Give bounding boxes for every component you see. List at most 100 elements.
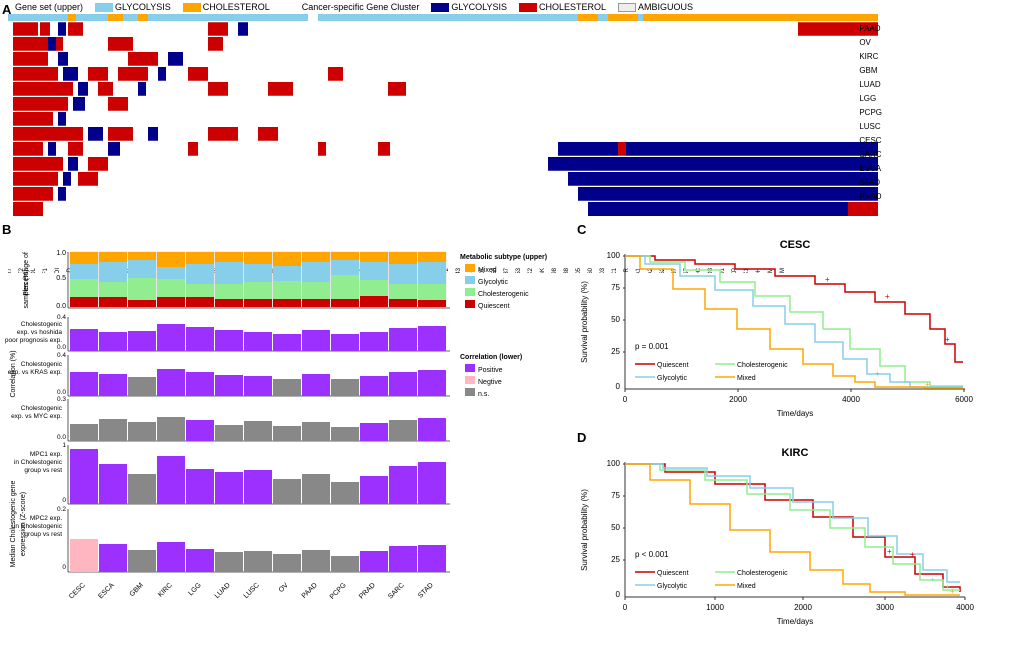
cluster-cholesterol-box — [519, 3, 537, 12]
svg-text:Mixed: Mixed — [737, 583, 756, 590]
svg-text:PAAD: PAAD — [301, 582, 319, 600]
svg-text:Quiescent: Quiescent — [657, 570, 689, 577]
cluster-glycolysis-label: GLYCOLYSIS — [451, 2, 507, 12]
svg-text:LUSC: LUSC — [243, 582, 261, 600]
svg-text:100: 100 — [607, 251, 621, 260]
svg-text:+: + — [825, 275, 830, 284]
svg-text:50: 50 — [611, 315, 620, 324]
svg-text:LGG: LGG — [187, 582, 202, 597]
panel-a: A Gene set (upper) GLYCOLYSIS CHOLESTERO… — [0, 0, 1020, 220]
svg-text:25: 25 — [611, 555, 620, 564]
svg-text:exp. vs hoshida: exp. vs hoshida — [17, 329, 63, 336]
svg-text:0: 0 — [62, 564, 66, 571]
svg-text:Cholesterogenic: Cholesterogenic — [737, 570, 788, 577]
svg-text:PCPG: PCPG — [329, 582, 348, 601]
gene-set-label: Gene set (upper) — [15, 2, 83, 12]
panel-b: B Percentage of samples (%) — [0, 222, 570, 642]
svg-text:SARC: SARC — [387, 582, 406, 601]
panel-d: D KIRC 100 75 50 25 0 0 1000 2000 3000 — [575, 430, 1020, 640]
svg-text:GBM: GBM — [129, 582, 145, 598]
svg-text:Correlation (%): Correlation (%) — [10, 350, 17, 397]
svg-text:0.4: 0.4 — [57, 352, 66, 359]
svg-text:1000: 1000 — [706, 603, 724, 612]
cancer-label-kirc: KIRC — [859, 50, 882, 64]
svg-text:+: + — [930, 575, 935, 584]
svg-text:3000: 3000 — [876, 603, 894, 612]
svg-text:n.s.: n.s. — [478, 391, 489, 398]
svg-text:0.3: 0.3 — [57, 396, 66, 403]
svg-text:0: 0 — [623, 395, 628, 404]
svg-text:Survival probability (%): Survival probability (%) — [580, 281, 589, 363]
glycolysis-label: GLYCOLYSIS — [115, 2, 171, 12]
svg-text:Cholestogenic: Cholestogenic — [21, 405, 63, 412]
glycolysis-gene-set: GLYCOLYSIS — [95, 2, 171, 12]
cluster-cholesterol: CHOLESTEROL — [519, 2, 606, 12]
svg-text:Time/days: Time/days — [777, 409, 814, 418]
svg-text:Quiescent: Quiescent — [657, 362, 689, 369]
svg-text:Correlation (lower): Correlation (lower) — [460, 354, 522, 361]
cancer-label-stad: STAD — [859, 176, 882, 190]
svg-text:0.0: 0.0 — [57, 389, 66, 396]
figure-container: { "panel_a": { "label": "A", "legend_gen… — [0, 0, 1020, 642]
svg-text:expression (Z-score): expression (Z-score) — [20, 492, 27, 556]
svg-text:0.0: 0.0 — [57, 344, 66, 351]
cancer-label-cesc: CESC — [859, 134, 882, 148]
svg-text:group vs rest: group vs rest — [24, 467, 62, 474]
svg-text:Cholestogenic: Cholestogenic — [21, 361, 63, 368]
svg-text:in Cholestogenic: in Cholestogenic — [14, 459, 63, 466]
panel-a-legend: Gene set (upper) GLYCOLYSIS CHOLESTEROL … — [15, 2, 693, 12]
svg-text:100: 100 — [607, 459, 621, 468]
svg-text:samples (%): samples (%) — [23, 270, 30, 309]
svg-text:Glycolytic: Glycolytic — [657, 583, 687, 590]
svg-text:KIRC: KIRC — [782, 447, 809, 459]
svg-text:Glycolytic: Glycolytic — [657, 375, 687, 382]
svg-text:+: + — [925, 380, 930, 389]
svg-text:+: + — [875, 369, 880, 378]
svg-text:2000: 2000 — [794, 603, 812, 612]
svg-text:KIRC: KIRC — [157, 582, 174, 599]
svg-text:+: + — [910, 550, 915, 559]
cholesterol-label: CHOLESTEROL — [203, 2, 270, 12]
svg-text:+: + — [950, 587, 955, 596]
svg-text:4000: 4000 — [842, 395, 860, 404]
heatmap-svg — [8, 14, 878, 219]
svg-text:Median Cholestogenic gene: Median Cholestogenic gene — [10, 481, 17, 568]
svg-text:2000: 2000 — [729, 395, 747, 404]
svg-text:0: 0 — [62, 497, 66, 504]
cancer-label-sarc: SARC — [859, 148, 882, 162]
svg-text:+: + — [945, 335, 950, 344]
svg-text:0.4: 0.4 — [57, 314, 66, 321]
svg-text:group vs rest: group vs rest — [24, 531, 62, 538]
svg-text:MPC1 exp.: MPC1 exp. — [30, 451, 62, 458]
glycolysis-box — [95, 3, 113, 12]
svg-text:0: 0 — [616, 382, 621, 391]
cancer-label-lusc: LUSC — [859, 120, 882, 134]
svg-text:4000: 4000 — [956, 603, 974, 612]
cancer-label-lgg: LGG — [859, 92, 882, 106]
svg-text:6000: 6000 — [955, 395, 973, 404]
cancer-label-ov: OV — [859, 36, 882, 50]
svg-text:p < 0.001: p < 0.001 — [635, 550, 669, 559]
svg-text:Cholestogenic: Cholestogenic — [21, 321, 63, 328]
cancer-label-luad: LUAD — [859, 78, 882, 92]
survival-d-svg: KIRC 100 75 50 25 0 0 1000 2000 3000 400… — [575, 442, 1015, 637]
cancer-label-pcpg: PCPG — [859, 106, 882, 120]
svg-text:+: + — [885, 292, 890, 301]
svg-text:0: 0 — [616, 590, 621, 599]
panel-c: C CESC 100 75 50 25 0 0 2000 4000 6000 — [575, 222, 1020, 422]
svg-text:Cholesterogenic: Cholesterogenic — [478, 291, 529, 298]
cholesterol-gene-set: CHOLESTEROL — [183, 2, 270, 12]
cluster-ambiguous-box — [618, 3, 636, 12]
cluster-glycolysis: GLYCOLYSIS — [431, 2, 507, 12]
cluster-cholesterol-label: CHOLESTEROL — [539, 2, 606, 12]
svg-text:p = 0.001: p = 0.001 — [635, 342, 669, 351]
svg-text:exp. vs MYC exp.: exp. vs MYC exp. — [11, 413, 62, 420]
svg-text:1.0: 1.0 — [56, 250, 66, 257]
cholesterol-box — [183, 3, 201, 12]
svg-text:Cholesterogenic: Cholesterogenic — [737, 362, 788, 369]
cancer-label-paad: PAAD — [859, 22, 882, 36]
svg-text:Quiescent: Quiescent — [478, 303, 510, 310]
svg-text:Metabolic subtype (upper): Metabolic subtype (upper) — [460, 254, 547, 261]
survival-c-svg: CESC 100 75 50 25 0 0 2000 4000 6000 S — [575, 234, 1015, 429]
svg-text:+: + — [887, 547, 892, 556]
